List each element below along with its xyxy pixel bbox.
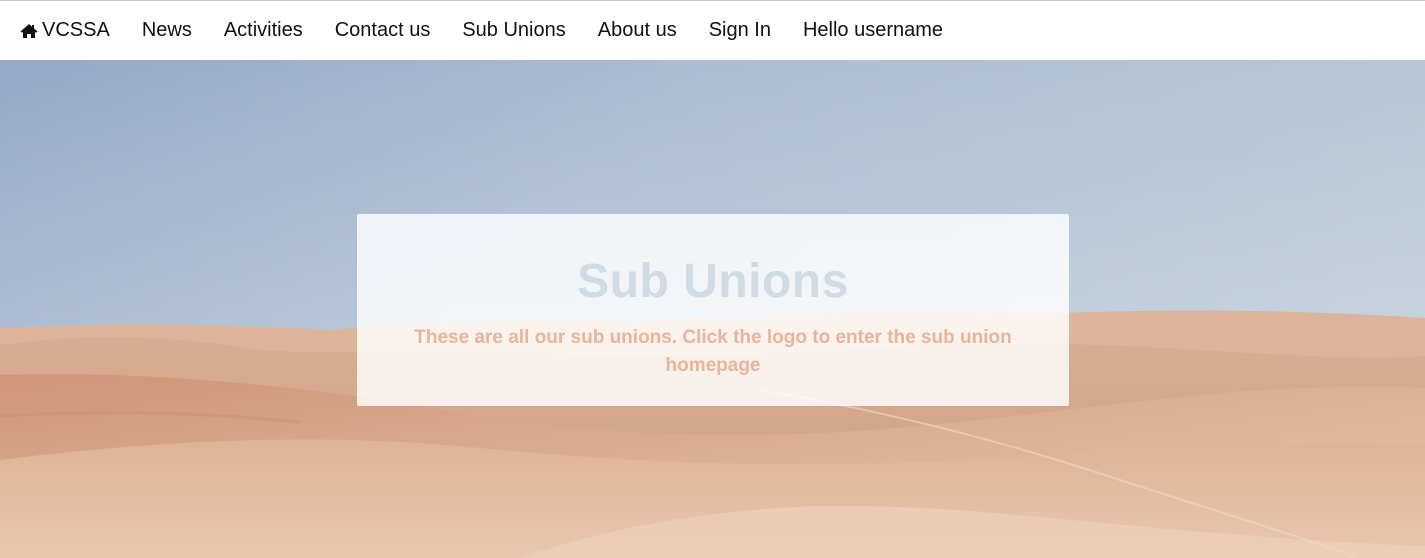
navbar: VCSSA News Activities Contact us Sub Uni… <box>0 1 1425 60</box>
page: VCSSA News Activities Contact us Sub Uni… <box>0 0 1425 558</box>
nav-about-us[interactable]: About us <box>598 1 677 60</box>
brand-link[interactable]: VCSSA <box>20 1 110 60</box>
nav-sign-in[interactable]: Sign In <box>709 1 771 60</box>
nav-hello-user[interactable]: Hello username <box>803 1 943 60</box>
hero-section: Sub Unions These are all our sub unions.… <box>0 60 1425 558</box>
page-subtitle: These are all our sub unions. Click the … <box>414 327 1012 376</box>
home-icon <box>20 23 38 38</box>
nav-contact-us[interactable]: Contact us <box>335 1 431 60</box>
hero-caption-box: Sub Unions These are all our sub unions.… <box>357 214 1069 406</box>
brand-label: VCSSA <box>42 19 110 41</box>
nav-activities[interactable]: Activities <box>224 1 303 60</box>
page-title: Sub Unions <box>577 255 849 308</box>
nav-news[interactable]: News <box>142 1 192 60</box>
nav-sub-unions[interactable]: Sub Unions <box>462 1 565 60</box>
